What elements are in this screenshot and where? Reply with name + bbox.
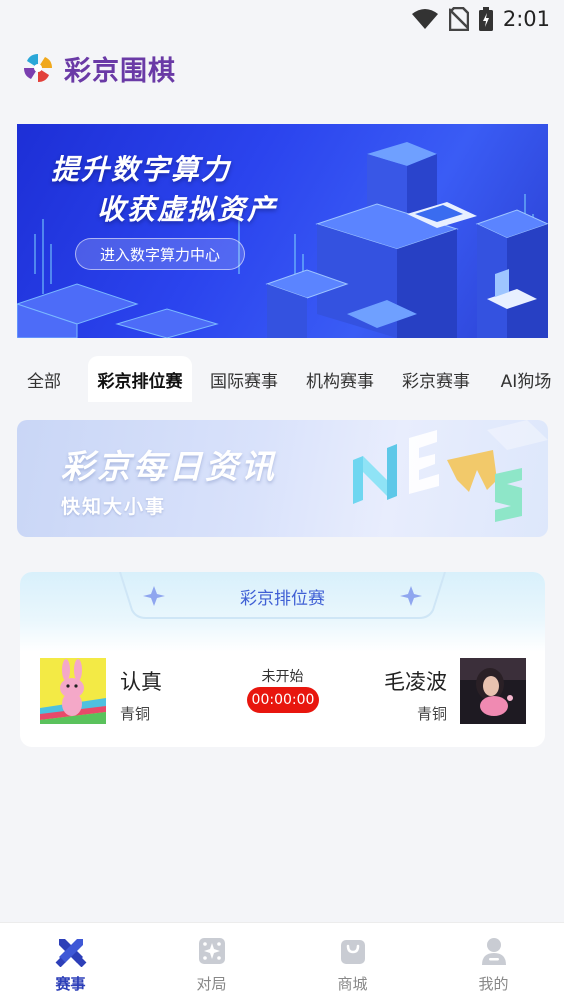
- nav-profile[interactable]: 我的: [423, 923, 564, 1003]
- tab-ai-arena[interactable]: AI狗场: [488, 356, 564, 402]
- status-time: 2:01: [502, 7, 550, 31]
- news-subtitle: 快知大小事: [61, 496, 167, 518]
- user-icon: [481, 938, 506, 965]
- banner-headline-2: 收获虚拟资产: [97, 193, 278, 226]
- crossed-swords-icon: [55, 939, 86, 967]
- nav-shop-label: 商城: [337, 975, 368, 993]
- status-bar: 2:01: [0, 0, 564, 38]
- board-game-icon: [198, 938, 225, 964]
- tab-institution[interactable]: 机构赛事: [296, 356, 384, 402]
- player2-name: 毛凌波: [384, 670, 447, 694]
- player1-rank: 青铜: [120, 705, 151, 723]
- nav-games-label: 对局: [196, 975, 227, 993]
- daily-news-banner[interactable]: 彩京每日资讯 快知大小事: [17, 420, 548, 537]
- shopping-bag-icon: [340, 940, 365, 964]
- banner-headline-1: 提升数字算力: [51, 153, 232, 186]
- app-header: 彩京围棋: [22, 50, 176, 87]
- battery-charging-icon: [478, 7, 493, 31]
- category-tabs: 全部 彩京排位赛 国际赛事 机构赛事 彩京赛事 AI狗场: [0, 356, 564, 402]
- match-timer: 00:00:00: [247, 687, 319, 713]
- app-title: 彩京围棋: [64, 55, 176, 87]
- news-title: 彩京每日资讯: [61, 447, 277, 486]
- no-sim-icon: [448, 7, 469, 31]
- bottom-nav: 赛事 对局 商城 我的: [0, 922, 564, 1003]
- wifi-icon: [411, 9, 438, 29]
- tab-all[interactable]: 全部: [0, 356, 88, 402]
- tab-ranking-match[interactable]: 彩京排位赛: [88, 356, 192, 402]
- nav-games[interactable]: 对局: [141, 923, 282, 1003]
- nav-profile-label: 我的: [478, 975, 509, 993]
- nav-events-label: 赛事: [55, 975, 86, 993]
- player2-avatar[interactable]: [460, 658, 526, 724]
- photo-avatar-image: [460, 658, 526, 724]
- tab-international[interactable]: 国际赛事: [192, 356, 296, 402]
- enter-computing-center-button[interactable]: 进入数字算力中心: [75, 238, 245, 270]
- logo-icon: [24, 54, 52, 82]
- promo-banner[interactable]: 提升数字算力 收获虚拟资产 进入数字算力中心: [17, 124, 548, 338]
- status-icons: 2:01: [411, 6, 550, 32]
- tab-caijing-events[interactable]: 彩京赛事: [384, 356, 488, 402]
- ranking-match-card[interactable]: 彩京排位赛 认真 青铜 未开始 00:00:00 毛凌波 青铜: [20, 572, 545, 747]
- player2-rank: 青铜: [416, 705, 447, 723]
- match-title: 彩京排位赛: [240, 589, 325, 609]
- nav-events[interactable]: 赛事: [0, 923, 141, 1003]
- nav-shop[interactable]: 商城: [282, 923, 423, 1003]
